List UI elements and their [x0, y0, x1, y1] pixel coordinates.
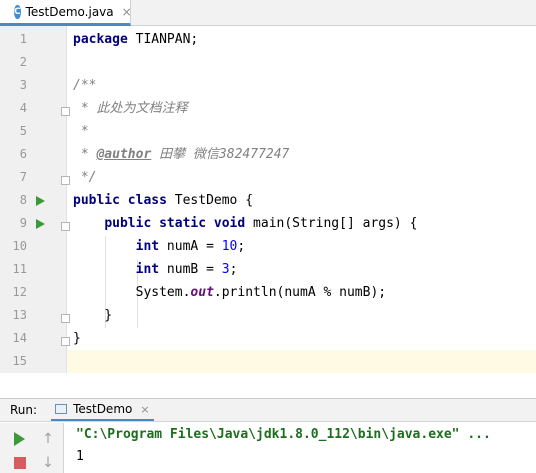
line-number: 8 [19, 193, 27, 207]
console-icon [55, 404, 68, 414]
up-arrow-icon[interactable]: ↑ [38, 429, 58, 449]
console-command-line: "C:\Program Files\Java\jdk1.8.0_112\bin\… [76, 427, 491, 442]
line-number: 3 [19, 78, 27, 92]
line-number: 6 [19, 147, 27, 161]
line-number: 7 [19, 170, 27, 184]
line-number: 12 [12, 285, 27, 299]
code-editor[interactable]: 1 2 3 4 5 6 7 8 9 10 11 12 13 14 15 pack… [0, 26, 536, 373]
code-line-1: package TIANPAN; [73, 32, 199, 47]
console-output: 1 [76, 449, 84, 464]
code-line-15-current [67, 350, 536, 373]
close-run-tab-icon[interactable]: × [140, 403, 149, 416]
run-console[interactable]: "C:\Program Files\Java\jdk1.8.0_112\bin\… [65, 423, 536, 473]
code-line-6: * @author 田攀 微信382477247 [73, 147, 290, 162]
code-line-4: * 此处为文档注释 [73, 101, 188, 116]
line-number: 5 [19, 124, 27, 138]
run-class-icon[interactable] [36, 196, 45, 206]
run-label: Run: [10, 403, 38, 417]
line-number: 1 [19, 32, 27, 46]
line-number: 15 [12, 354, 27, 368]
stop-icon[interactable] [10, 453, 30, 473]
java-class-icon: C [14, 4, 21, 19]
fold-toggle-icon[interactable] [61, 107, 70, 116]
fold-toggle-icon[interactable] [61, 222, 70, 231]
editor-tab-title: TestDemo.java [25, 4, 114, 19]
line-number: 10 [12, 239, 27, 253]
code-line-10: int numA = 10; [135, 239, 246, 254]
editor-tab-bar: C TestDemo.java × [0, 0, 536, 26]
line-number: 2 [19, 55, 27, 69]
code-line-3: /** [73, 78, 97, 93]
fold-toggle-icon[interactable] [61, 314, 70, 323]
line-number: 14 [12, 331, 27, 345]
code-line-8: public class TestDemo { [73, 193, 254, 208]
run-config-name: TestDemo [73, 402, 133, 416]
run-main-icon[interactable] [36, 219, 45, 229]
code-line-13: } [73, 308, 113, 323]
line-number: 11 [12, 262, 27, 276]
line-number: 9 [19, 216, 27, 230]
fold-toggle-icon[interactable] [61, 337, 70, 346]
fold-toggle-icon[interactable] [61, 176, 70, 185]
close-tab-icon[interactable]: × [122, 5, 132, 19]
code-lines: package TIANPAN; /** * 此处为文档注释 * * @auth… [67, 28, 536, 373]
code-line-11: int numB = 3; [135, 262, 238, 277]
editor-tab-testdemo[interactable]: C TestDemo.java × [0, 0, 132, 26]
run-config-tab[interactable]: TestDemo × [51, 399, 154, 421]
editor-gutter: 1 2 3 4 5 6 7 8 9 10 11 12 13 14 15 [0, 26, 70, 373]
code-line-14: } [73, 331, 81, 346]
run-tool-window-header: Run: TestDemo × [0, 398, 536, 422]
rerun-icon[interactable] [10, 429, 30, 449]
code-line-12: System.out.println(numA % numB); [135, 285, 387, 300]
line-number: 13 [12, 308, 27, 322]
line-number: 4 [19, 101, 27, 115]
run-toolbar: ↑ ↓ [0, 423, 64, 473]
code-line-7: */ [73, 170, 97, 185]
down-arrow-icon[interactable]: ↓ [38, 453, 58, 473]
code-line-5: * [73, 124, 89, 139]
code-line-9: public static void main(String[] args) { [104, 216, 418, 231]
